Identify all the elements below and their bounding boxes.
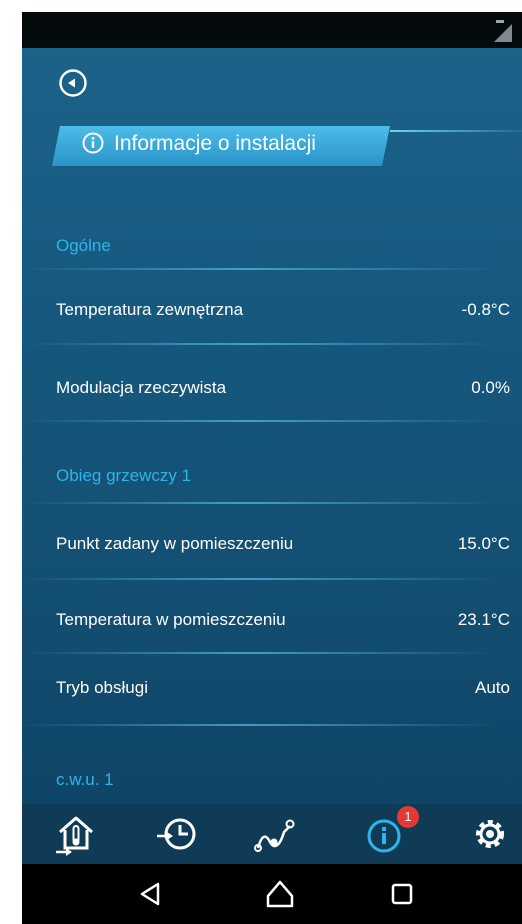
divider — [22, 652, 522, 654]
house-thermostat-icon[interactable] — [54, 812, 98, 856]
row-value: 15.0°C — [457, 534, 510, 553]
row-label: Tryb obsługi — [56, 678, 148, 697]
row-value: 23.1°C — [457, 610, 510, 629]
divider — [22, 420, 522, 422]
info-icon — [82, 132, 104, 154]
back-icon[interactable] — [58, 68, 88, 98]
page-title: Informacje o instalacji — [114, 132, 316, 155]
home-icon[interactable] — [262, 878, 298, 910]
row-label: Temperatura zewnętrzna — [56, 300, 244, 319]
row-label: Temperatura w pomieszczeniu — [56, 610, 286, 629]
divider — [22, 502, 522, 504]
section-title-general: Ogólne — [56, 236, 111, 255]
divider — [22, 724, 522, 726]
phone-screen: Informacje o instalacji Ogólne Temperatu… — [22, 12, 522, 924]
notification-badge: 1 — [397, 806, 419, 828]
row-value: Auto — [475, 678, 510, 697]
row-label: Punkt zadany w pomieszczeniu — [56, 534, 294, 553]
bottom-nav — [22, 804, 522, 864]
clock-history-icon[interactable] — [154, 812, 198, 856]
recents-square-icon[interactable] — [384, 878, 420, 910]
row-label: Modulacja rzeczywista — [56, 378, 227, 397]
row-value: -0.8°C — [461, 300, 510, 319]
divider — [22, 268, 522, 270]
section-title-dhw: c.w.u. 1 — [56, 770, 114, 789]
info-content: Informacje o instalacji Ogólne Temperatu… — [22, 48, 522, 804]
back-triangle-icon[interactable] — [132, 878, 168, 910]
gear-icon[interactable] — [468, 812, 512, 856]
signal-icon — [494, 20, 512, 42]
system-nav-bar — [22, 864, 522, 924]
section-title-heating-circuit: Obieg grzewczy 1 — [56, 466, 192, 485]
curve-graph-icon[interactable] — [252, 812, 296, 856]
header-accent-line — [390, 130, 522, 132]
divider — [22, 578, 522, 580]
row-value: 0.0% — [471, 378, 510, 397]
status-bar — [22, 12, 522, 48]
divider — [22, 343, 522, 345]
